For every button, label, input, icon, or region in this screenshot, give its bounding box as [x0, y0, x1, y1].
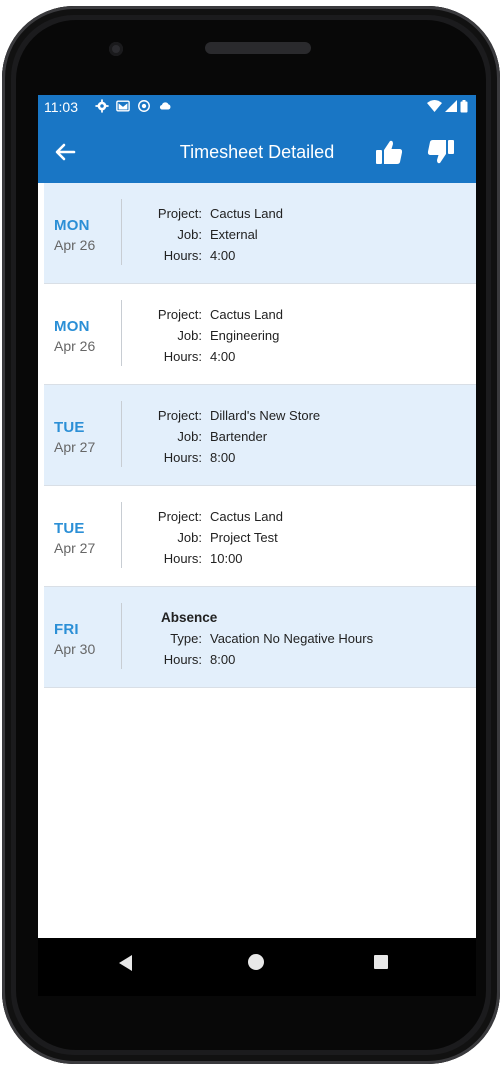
entry-details: Project: Dillard's New Store Job: Bartende… — [130, 405, 470, 468]
timesheet-entry[interactable]: MON Apr 26 Project: Cactus Land Job: Engin… — [44, 284, 476, 385]
app-bar: Timesheet Detailed — [38, 121, 476, 183]
hours-value: 8:00 — [210, 652, 236, 667]
day-of-week: TUE — [54, 520, 85, 537]
job-label: Job: — [177, 227, 202, 242]
entry-date: Apr 26 — [54, 237, 96, 253]
entry-date: Apr 27 — [54, 540, 96, 556]
hours-label: Hours: — [163, 551, 202, 566]
timesheet-entry[interactable]: TUE Apr 27 Project: Cactus Land Job: Proje… — [44, 486, 476, 587]
battery-icon — [460, 100, 468, 113]
entry-divider — [121, 502, 122, 568]
entry-details: Project: Cactus Land Job: Project Test Hou… — [130, 506, 470, 569]
entry-day: MON Apr 26 — [54, 318, 114, 354]
job-value: Project Test — [210, 530, 278, 545]
hours-value: 8:00 — [210, 450, 236, 465]
day-of-week: MON — [54, 318, 90, 335]
entry-day: FRI Apr 30 — [54, 621, 114, 657]
project-label: Project: — [157, 509, 202, 524]
hours-value: 4:00 — [210, 349, 236, 364]
project-label: Project: — [157, 307, 202, 322]
day-of-week: FRI — [54, 621, 79, 638]
project-label: Project: — [157, 408, 202, 423]
hours-label: Hours: — [163, 450, 202, 465]
location-icon — [138, 100, 150, 112]
entry-date: Apr 27 — [54, 439, 96, 455]
hours-label: Hours: — [163, 652, 202, 667]
hours-value: 10:00 — [210, 551, 243, 566]
project-value: Cactus Land — [210, 509, 283, 524]
day-of-week: TUE — [54, 419, 85, 436]
project-label: Project: — [157, 206, 202, 221]
job-label: Job: — [177, 530, 202, 545]
entry-date: Apr 30 — [54, 641, 96, 657]
signal-icon — [445, 100, 457, 112]
hours-value: 4:00 — [210, 248, 236, 263]
entry-details: Project: Cactus Land Job: External Hours: 4… — [130, 203, 470, 266]
project-value: Cactus Land — [210, 307, 283, 322]
day-of-week: MON — [54, 217, 90, 234]
job-label: Job: — [177, 328, 202, 343]
nav-home-icon[interactable] — [248, 954, 264, 970]
absence-entry[interactable]: FRI Apr 30 Absence Type: Vacation No Nega… — [44, 587, 476, 688]
approve-button[interactable] — [372, 135, 406, 169]
project-value: Dillard's New Store — [210, 408, 321, 423]
front-camera — [109, 42, 123, 56]
nav-recents-icon[interactable] — [374, 955, 388, 969]
status-time: 11:03 — [44, 99, 78, 115]
page-title: Timesheet Detailed — [179, 142, 335, 162]
job-label: Job: — [177, 429, 202, 444]
status-bar: 11:03 — [38, 95, 476, 121]
entry-divider — [121, 401, 122, 467]
type-label: Type: — [170, 631, 202, 646]
system-nav-bar — [38, 938, 476, 996]
gmail-icon — [116, 100, 130, 112]
status-system-icons — [427, 100, 468, 113]
type-value: Vacation No Negative Hours — [210, 631, 374, 646]
entry-details: Absence Type: Vacation No Negative Hours … — [130, 607, 470, 670]
hours-label: Hours: — [163, 248, 202, 263]
project-value: Cactus Land — [210, 206, 283, 221]
status-notification-icons — [95, 99, 172, 113]
entry-divider — [121, 199, 122, 265]
absence-title: Absence — [161, 610, 218, 625]
reject-button[interactable] — [424, 135, 458, 169]
entry-details: Project: Cactus Land Job: Engineering Hour… — [130, 304, 470, 367]
entry-divider — [121, 300, 122, 366]
entry-date: Apr 26 — [54, 338, 96, 354]
thumbs-down-icon — [427, 140, 454, 164]
thumbs-up-icon — [376, 140, 403, 164]
job-value: Bartender — [210, 429, 268, 444]
timesheet-entry[interactable]: TUE Apr 27 Project: Dillard's New Store J… — [44, 385, 476, 486]
job-value: External — [210, 227, 258, 242]
cloud-icon — [159, 102, 171, 110]
entry-day: TUE Apr 27 — [54, 419, 114, 455]
gear-icon — [95, 99, 109, 113]
entry-divider — [121, 603, 122, 669]
timesheet-list: MON Apr 26 Project: Cactus Land Job: Exter… — [44, 183, 476, 688]
earpiece-speaker — [205, 42, 311, 54]
wifi-icon — [427, 100, 442, 112]
entry-day: TUE Apr 27 — [54, 520, 114, 556]
job-value: Engineering — [210, 328, 280, 343]
entry-day: MON Apr 26 — [54, 217, 114, 253]
timesheet-entry[interactable]: MON Apr 26 Project: Cactus Land Job: Exter… — [44, 183, 476, 284]
screen: 11:03 Timesheet Detailed MON Apr 26 Proj… — [38, 95, 476, 940]
hours-label: Hours: — [163, 349, 202, 364]
nav-back-icon[interactable] — [119, 955, 132, 971]
